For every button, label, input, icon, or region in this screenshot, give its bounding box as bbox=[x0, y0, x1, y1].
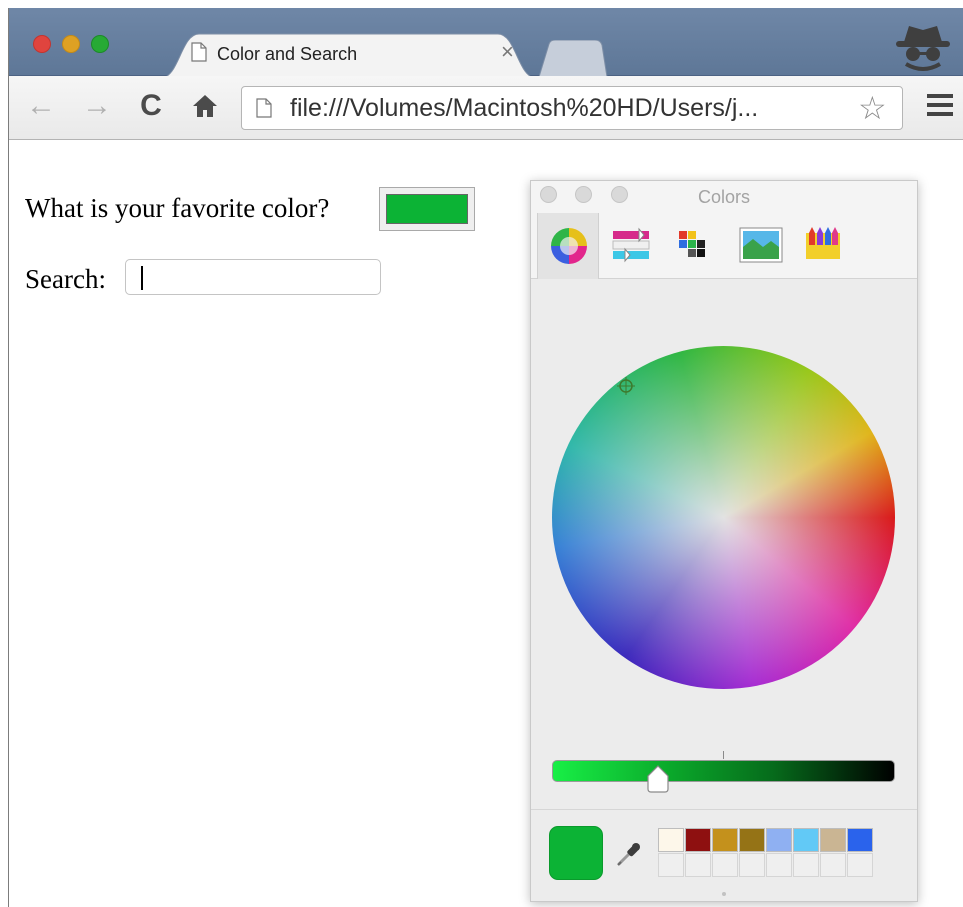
brightness-slider-thumb[interactable] bbox=[646, 765, 670, 798]
current-color-well[interactable] bbox=[549, 826, 603, 880]
color-swatch[interactable] bbox=[739, 828, 765, 852]
minimize-window-button[interactable] bbox=[62, 35, 80, 53]
color-sliders-mode-icon[interactable] bbox=[599, 213, 661, 279]
pencils-mode-icon[interactable] bbox=[791, 213, 853, 279]
color-swatch[interactable] bbox=[793, 828, 819, 852]
incognito-icon bbox=[894, 22, 952, 77]
color-wheel-mode-icon[interactable] bbox=[537, 213, 599, 279]
empty-swatch[interactable] bbox=[820, 853, 846, 877]
empty-swatch[interactable] bbox=[685, 853, 711, 877]
search-label: Search: bbox=[25, 264, 106, 294]
brightness-slider-tick bbox=[723, 751, 724, 759]
color-swatch[interactable] bbox=[847, 828, 873, 852]
star-icon[interactable]: ☆ bbox=[858, 90, 887, 126]
empty-swatch[interactable] bbox=[739, 853, 765, 877]
reload-icon[interactable]: C bbox=[133, 88, 169, 124]
colors-panel: Colors bbox=[530, 180, 918, 902]
saved-swatches bbox=[658, 828, 874, 877]
empty-swatch[interactable] bbox=[658, 853, 684, 877]
image-palettes-mode-icon[interactable] bbox=[727, 213, 789, 279]
favorite-color-label: What is your favorite color? bbox=[25, 193, 330, 223]
address-bar[interactable]: file:///Volumes/Macintosh%20HD/Users/j..… bbox=[241, 86, 903, 130]
color-wheel[interactable] bbox=[552, 346, 895, 689]
eyedropper-icon[interactable] bbox=[615, 840, 643, 873]
title-bar: Color and Search × bbox=[9, 8, 963, 78]
browser-window: Color and Search × ← → C file:///Volumes… bbox=[8, 8, 963, 907]
color-swatch[interactable] bbox=[766, 828, 792, 852]
search-input[interactable] bbox=[125, 259, 381, 295]
empty-swatch[interactable] bbox=[847, 853, 873, 877]
empty-swatch[interactable] bbox=[766, 853, 792, 877]
empty-swatch[interactable] bbox=[793, 853, 819, 877]
close-window-button[interactable] bbox=[33, 35, 51, 53]
home-icon[interactable] bbox=[187, 88, 223, 124]
color-wheel-fade bbox=[552, 346, 895, 689]
color-swatch[interactable] bbox=[685, 828, 711, 852]
tab-color-and-search[interactable]: Color and Search × bbox=[161, 32, 536, 78]
tab-close-icon[interactable]: × bbox=[501, 40, 514, 64]
empty-swatch[interactable] bbox=[712, 853, 738, 877]
resize-grip-icon[interactable] bbox=[722, 892, 726, 896]
color-swatch[interactable] bbox=[658, 828, 684, 852]
colors-panel-header: Colors bbox=[531, 181, 917, 279]
color-wheel-cursor-icon[interactable] bbox=[617, 377, 635, 400]
hamburger-menu-icon[interactable] bbox=[927, 94, 953, 118]
colors-panel-title: Colors bbox=[697, 187, 750, 207]
page-icon bbox=[191, 42, 207, 67]
text-caret bbox=[141, 266, 143, 290]
page-icon bbox=[256, 98, 272, 123]
tab-title: Color and Search bbox=[217, 44, 358, 64]
color-swatch[interactable] bbox=[712, 828, 738, 852]
url-text: file:///Volumes/Macintosh%20HD/Users/j..… bbox=[290, 94, 759, 122]
browser-toolbar: ← → C file:///Volumes/Macintosh%20HD/Use… bbox=[9, 76, 963, 140]
page-content: What is your favorite color? Search: Col… bbox=[9, 140, 963, 907]
favorite-color-input[interactable] bbox=[379, 187, 475, 231]
color-palettes-mode-icon[interactable] bbox=[663, 213, 725, 279]
forward-arrow-icon[interactable]: → bbox=[79, 88, 115, 124]
color-input-swatch bbox=[386, 194, 468, 224]
colors-panel-footer bbox=[531, 809, 917, 901]
back-arrow-icon[interactable]: ← bbox=[23, 88, 59, 124]
color-swatch[interactable] bbox=[820, 828, 846, 852]
zoom-window-button[interactable] bbox=[91, 35, 109, 53]
brightness-slider[interactable] bbox=[552, 760, 895, 782]
